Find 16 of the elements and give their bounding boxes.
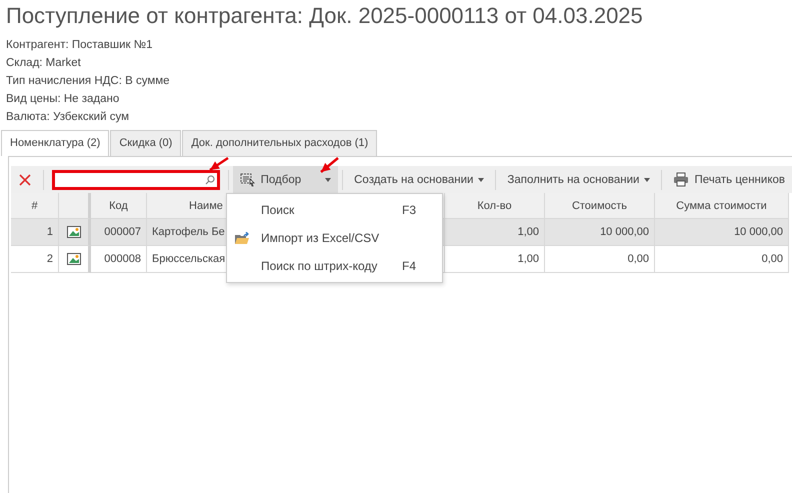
table-cell: 1,00 xyxy=(445,219,545,246)
table-cell: 000008 xyxy=(91,246,147,273)
info-line: Вид цены: Не задано xyxy=(6,92,120,107)
table-cell: 10 000,00 xyxy=(655,219,789,246)
table-cell: 1,00 xyxy=(445,246,545,273)
info-line: Валюта: Узбекский сум xyxy=(6,110,130,125)
table-cell: 10 000,00 xyxy=(545,219,655,246)
table-cell: 0,00 xyxy=(655,246,789,273)
info-line: Склад: Market xyxy=(6,56,82,71)
table-cell: 2 xyxy=(11,246,59,273)
table-cell: 0,00 xyxy=(545,246,655,273)
document-title: Поступление от контрагента: Док. 2025-0000113 от 04.03.2025 xyxy=(5,2,644,30)
info-line: Тип начисления НДС: В сумме xyxy=(6,74,171,89)
table-cell: 000007 xyxy=(91,219,147,246)
table-cell: 1 xyxy=(11,219,59,246)
info-line: Контрагент: Поставшик №1 xyxy=(6,38,154,53)
